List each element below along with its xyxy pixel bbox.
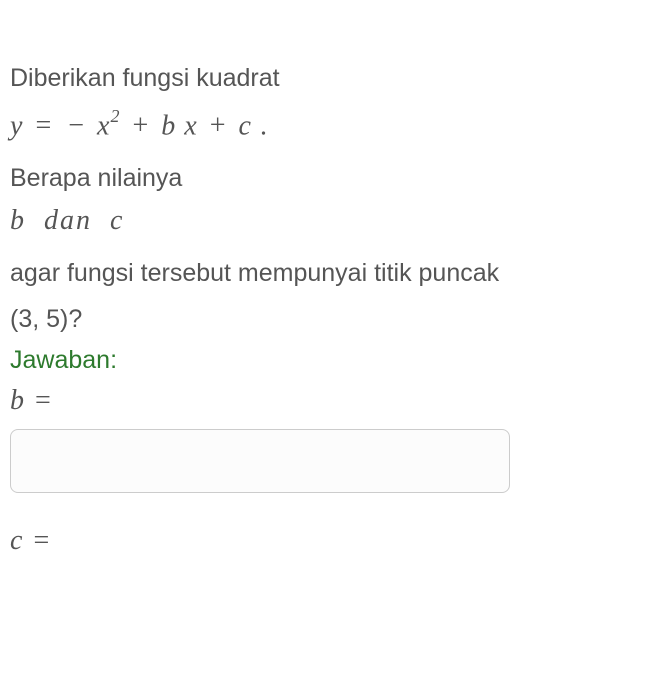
vertex-point: (3, 5)?	[10, 301, 656, 339]
label-b-eq: =	[35, 385, 51, 416]
label-c: c =	[10, 525, 656, 557]
eq-x2: x	[184, 110, 197, 141]
vars-line: b dan c	[10, 205, 656, 237]
var-c: c	[110, 205, 124, 236]
question-line1: Berapa nilainya	[10, 160, 656, 198]
label-c-var: c	[10, 525, 22, 556]
label-b: b =	[10, 385, 656, 417]
eq-c: c	[239, 110, 252, 141]
var-dan: dan	[44, 205, 92, 236]
var-b: b	[10, 205, 26, 236]
label-c-eq: =	[33, 525, 49, 556]
eq-minus: −	[68, 110, 85, 141]
eq-squared: 2	[110, 106, 120, 126]
eq-y: y	[10, 110, 23, 141]
equation: y = − x2 + b x + c .	[10, 108, 656, 142]
problem-intro: Diberikan fungsi kuadrat	[10, 60, 656, 98]
label-b-var: b	[10, 385, 24, 416]
eq-x1: x	[97, 110, 110, 141]
input-b[interactable]	[10, 429, 510, 493]
eq-b: b	[161, 110, 176, 141]
question-line2: agar fungsi tersebut mempunyai titik pun…	[10, 255, 656, 293]
eq-equals: =	[35, 110, 52, 141]
answer-label: Jawaban:	[10, 346, 656, 375]
eq-plus2: +	[210, 110, 227, 141]
eq-dot: .	[260, 110, 268, 141]
eq-plus1: +	[132, 110, 149, 141]
